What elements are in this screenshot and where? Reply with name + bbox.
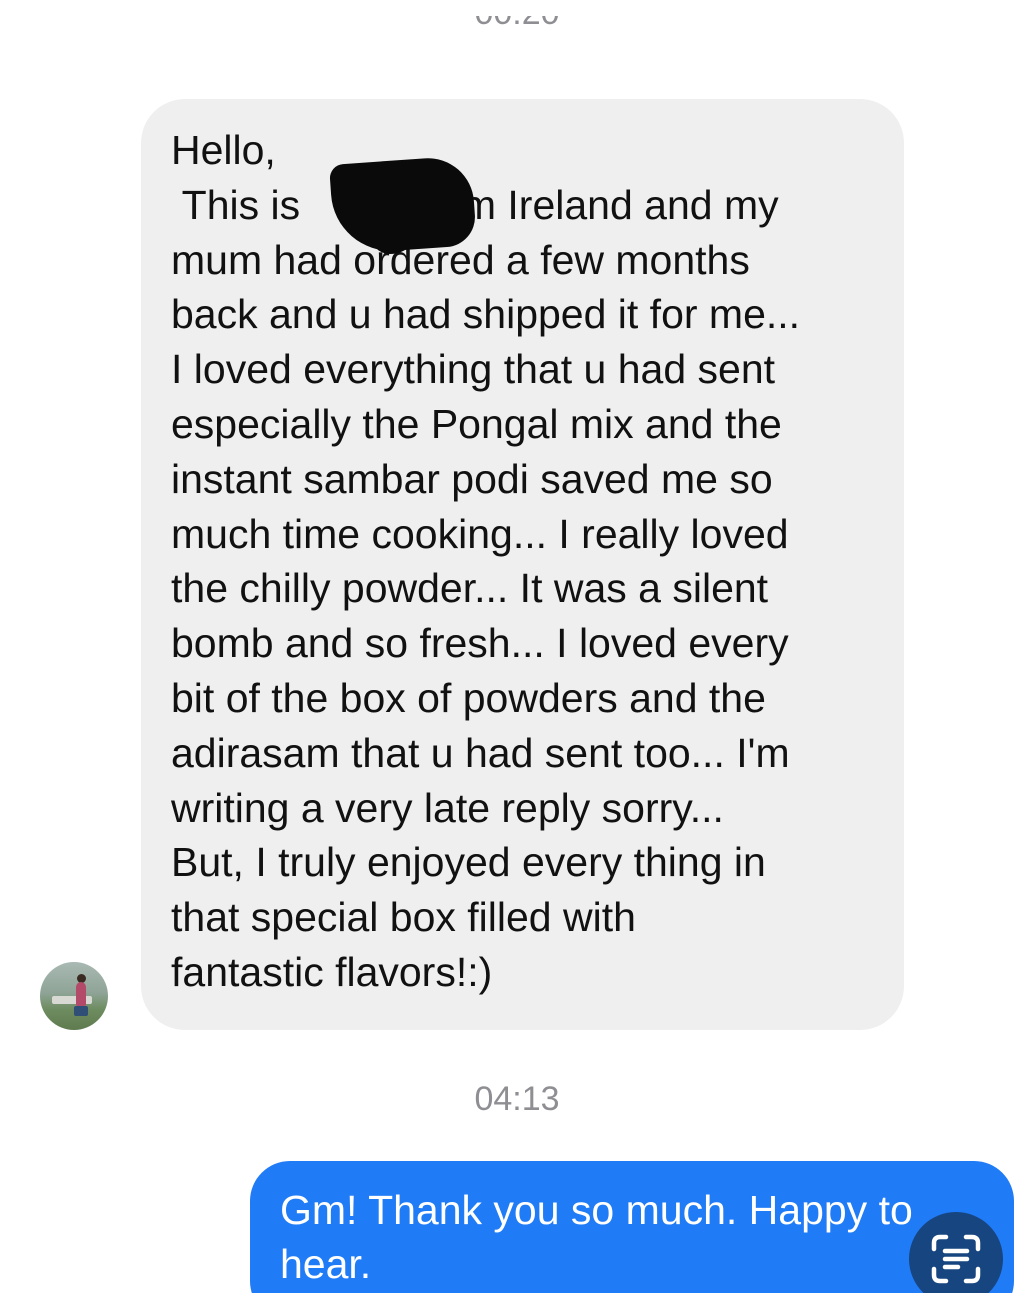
avatar-body-shape [76, 982, 86, 1006]
chat-screen: 00:20 Hello, This is from Ireland and my… [0, 0, 1034, 1293]
outgoing-message-bubble[interactable]: Gm! Thank you so much. Happy to hear. [250, 1161, 1014, 1293]
timestamp-top: 00:20 [0, 16, 1034, 52]
incoming-message-bubble[interactable]: Hello, This is from Ireland and my mum h… [141, 99, 904, 1030]
incoming-message-text: Hello, This is from Ireland and my mum h… [171, 127, 801, 995]
timestamp-top-text: 00:20 [474, 16, 559, 32]
avatar-bench-shape [52, 996, 92, 1004]
outgoing-message-text: Gm! Thank you so much. Happy to hear. [280, 1187, 913, 1287]
scan-text-icon [931, 1234, 981, 1284]
contact-avatar[interactable] [40, 962, 108, 1030]
timestamp-mid: 04:13 [474, 1080, 560, 1118]
avatar-legs-shape [74, 1006, 88, 1016]
